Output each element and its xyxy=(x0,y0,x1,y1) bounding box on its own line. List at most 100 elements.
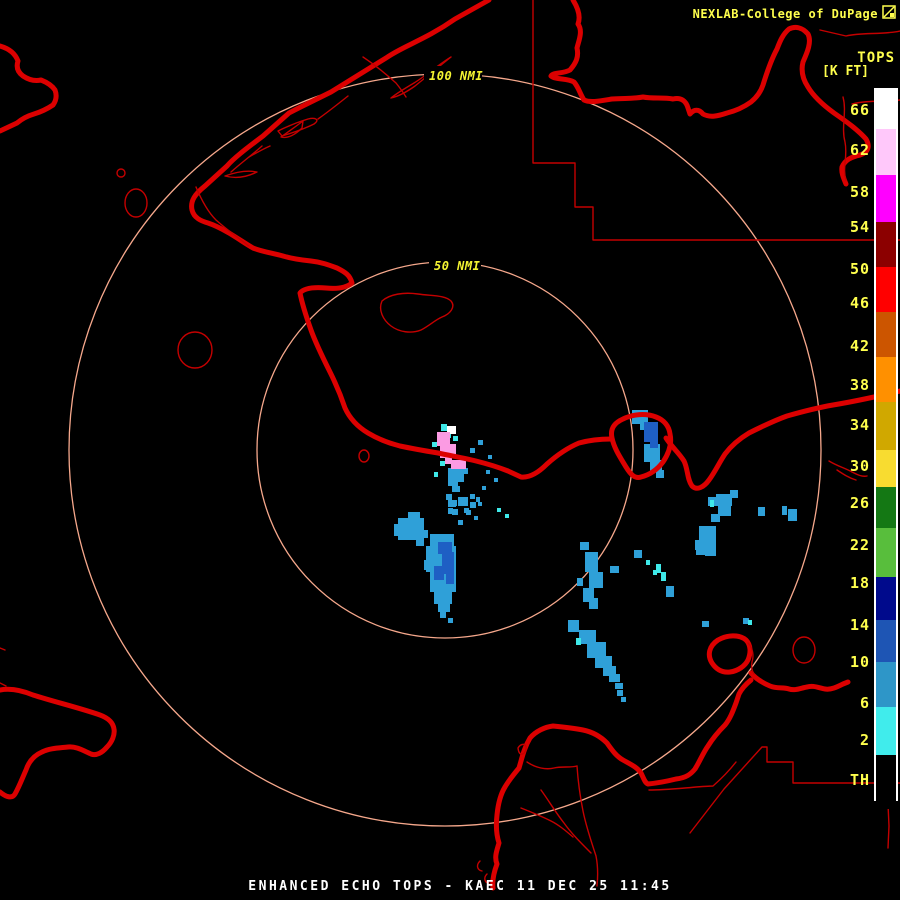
ring-label-100nmi: 100 NMI xyxy=(429,69,483,83)
coastline-northwest-blob xyxy=(0,43,59,134)
echo-tops-14kft-cell xyxy=(446,574,454,584)
legend-color-block xyxy=(876,129,896,175)
echo-tops-10kft-cell xyxy=(458,520,463,525)
echo-tops-10kft-cell xyxy=(758,507,765,516)
brand-text: NEXLAB-College of DuPage xyxy=(692,6,878,21)
radar-display: 100 NMI 50 NMI NEXLAB-College of DuPage … xyxy=(0,0,900,900)
echo-tops-10kft-cell xyxy=(589,598,598,609)
echo-tops-10kft-cell xyxy=(478,502,482,506)
echo-tops-10kft-cell xyxy=(434,592,452,604)
echo-tops-2kft-cell xyxy=(497,508,501,512)
echo-tops-10kft-cell xyxy=(610,566,619,573)
echo-tops-2kft-cell xyxy=(710,500,714,507)
echo-tops-10kft-cell xyxy=(615,683,623,689)
echo-tops-10kft-cell xyxy=(711,514,720,522)
legend-tick-26: 26 xyxy=(849,494,870,512)
echo-tops-10kft-cell xyxy=(474,516,478,520)
echo-tops-10kft-cell xyxy=(452,486,460,492)
echo-tops-2kft-cell xyxy=(453,436,458,441)
echo-tops-10kft-cell xyxy=(408,512,420,519)
echo-tops-10kft-cell xyxy=(422,530,428,538)
echo-tops-10kft-cell xyxy=(788,509,797,521)
legend-tick-46: 46 xyxy=(849,294,870,312)
echo-tops-10kft-cell xyxy=(438,604,450,612)
echo-tops-58kft-cell xyxy=(451,460,466,469)
lake-loop-right xyxy=(706,633,753,675)
echo-tops-10kft-cell xyxy=(416,540,424,546)
county-stairstep-bottomright xyxy=(689,746,900,834)
echo-tops-14kft-cell xyxy=(650,440,658,448)
echo-tops-10kft-cell xyxy=(448,618,453,623)
echo-tops-10kft-cell xyxy=(482,486,486,490)
echo-tops-10kft-cell xyxy=(621,697,626,702)
echo-tops-10kft-cell xyxy=(609,674,620,682)
coastline-delta xyxy=(490,677,754,891)
legend-color-block xyxy=(876,450,896,487)
legend-color-block xyxy=(876,528,896,577)
echo-tops-10kft-cell xyxy=(716,494,732,506)
legend-tick-30: 30 xyxy=(849,457,870,475)
echo-tops-10kft-cell xyxy=(452,509,458,515)
delta-channels xyxy=(520,761,599,887)
echo-tops-2kft-cell xyxy=(646,560,650,565)
small-circle-2 xyxy=(124,188,148,218)
legend-tick-10: 10 xyxy=(849,653,870,671)
small-circle-1 xyxy=(116,168,126,178)
coastline-topright-bays xyxy=(548,0,871,187)
legend-tick-62: 62 xyxy=(849,141,870,159)
legend-color-block xyxy=(876,577,896,620)
circle-left-center xyxy=(177,331,213,369)
legend-tick-22: 22 xyxy=(849,536,870,554)
echo-tops-2kft-cell xyxy=(653,570,657,575)
echo-tops-58kft-cell xyxy=(445,458,452,464)
echo-tops-14kft-cell xyxy=(644,422,658,442)
radar-map: 100 NMI 50 NMI xyxy=(0,0,900,891)
echo-tops-2kft-cell xyxy=(432,442,437,447)
echo-tops-10kft-cell xyxy=(470,448,475,453)
legend-tick-2: 2 xyxy=(859,731,870,749)
legend-tick-38: 38 xyxy=(849,376,870,394)
product-caption: ENHANCED ECHO TOPS - KAEC 11 DEC 25 11:4… xyxy=(248,879,672,894)
legend-color-block xyxy=(876,312,896,357)
coastline-main xyxy=(189,0,614,480)
cod-logo-icon xyxy=(882,5,896,22)
legend-color-block xyxy=(876,90,896,129)
echo-tops-10kft-cell xyxy=(494,478,498,482)
echo-tops-2kft-cell xyxy=(441,424,447,431)
echo-tops-10kft-cell xyxy=(458,497,468,506)
ring-labels: 100 NMI 50 NMI xyxy=(424,66,483,273)
legend-color-block xyxy=(876,175,896,222)
legend-color-block xyxy=(876,357,896,402)
echo-tops-10kft-cell xyxy=(464,508,469,513)
echo-tops-10kft-cell xyxy=(478,440,483,445)
legend-color-block xyxy=(876,402,896,450)
boundary-vertical-bottomright xyxy=(887,803,890,849)
echo-tops-10kft-cell xyxy=(446,494,452,500)
echo-tops-2kft-cell xyxy=(440,461,445,466)
echo-tops-10kft-cell xyxy=(782,506,787,515)
small-circle-center xyxy=(358,449,370,463)
legend-color-bar xyxy=(874,88,898,809)
left-edge-dashes xyxy=(0,647,7,687)
echo-tops-10kft-cell xyxy=(634,550,642,558)
echo-tops-10kft-cell xyxy=(448,500,456,507)
echo-tops-2kft-cell xyxy=(505,514,509,518)
echo-tops-10kft-cell xyxy=(577,578,583,586)
echo-tops-10kft-cell xyxy=(580,542,589,550)
echo-tops-14kft-cell xyxy=(434,566,444,580)
legend-tick-18: 18 xyxy=(849,574,870,592)
echo-tops-10kft-cell xyxy=(587,642,606,658)
echo-tops-10kft-cell xyxy=(695,540,703,550)
echo-tops-10kft-cell xyxy=(617,690,623,696)
echo-tops-10kft-cell xyxy=(470,502,476,508)
lake-thin-center xyxy=(379,292,454,333)
legend-tick-34: 34 xyxy=(849,416,870,434)
echo-tops-10kft-cell xyxy=(470,494,475,499)
echo-tops-10kft-cell xyxy=(398,518,424,540)
echo-tops-2kft-cell xyxy=(661,572,666,581)
legend-color-block xyxy=(876,620,896,662)
legend-tick-TH: TH xyxy=(849,771,870,789)
echo-tops-10kft-cell xyxy=(589,572,603,588)
coastline-bottomleft xyxy=(0,686,117,800)
echo-tops-10kft-cell xyxy=(702,621,709,627)
